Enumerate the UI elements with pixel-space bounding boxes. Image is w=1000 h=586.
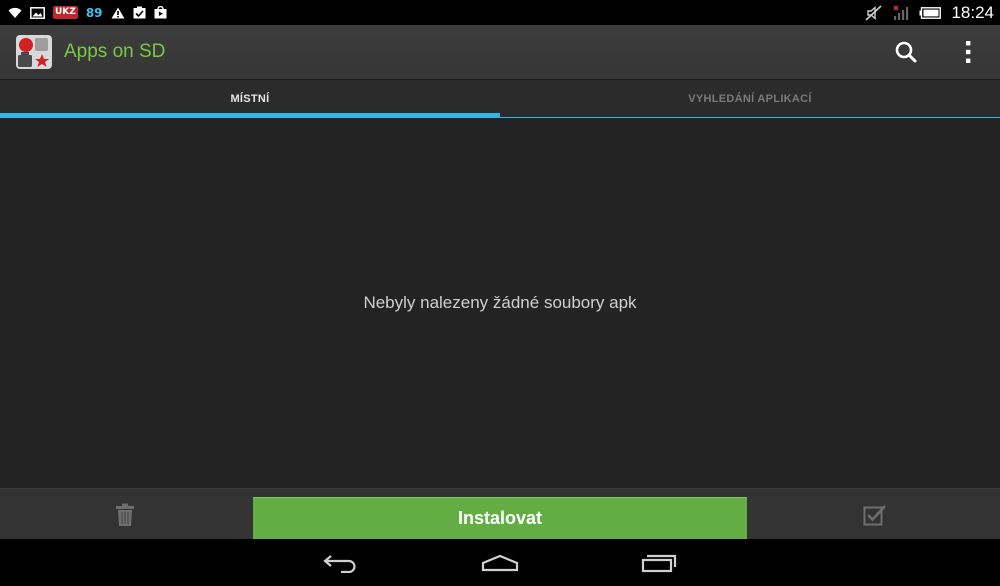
back-button[interactable] xyxy=(306,539,376,586)
status-system: 18:24 xyxy=(865,0,994,25)
back-icon xyxy=(323,554,356,573)
home-button[interactable] xyxy=(465,539,535,586)
app-logo-icon[interactable] xyxy=(15,34,53,70)
trash-icon xyxy=(116,503,134,526)
install-button[interactable]: Instalovat xyxy=(253,497,747,540)
overflow-menu-icon xyxy=(966,41,971,63)
recents-icon xyxy=(641,554,677,572)
status-bar: UKZ 89 18:24 xyxy=(0,0,1000,25)
play-store-icon xyxy=(154,0,167,25)
bottom-toolbar: Instalovat xyxy=(0,488,1000,540)
notification-counter: 89 xyxy=(85,5,103,20)
select-all-button[interactable] xyxy=(845,489,905,540)
search-icon xyxy=(895,41,917,63)
image-icon xyxy=(30,0,45,25)
checkbox-icon xyxy=(863,504,886,525)
wifi-icon xyxy=(8,0,22,25)
empty-state: Nebyly nalezeny žádné soubory apk xyxy=(0,118,1000,488)
search-button[interactable] xyxy=(882,25,930,79)
muted-icon xyxy=(865,0,883,25)
status-notifications: UKZ 89 xyxy=(8,0,167,25)
task-icon xyxy=(133,0,146,25)
navigation-bar xyxy=(0,539,1000,586)
empty-message: Nebyly nalezeny žádné soubory apk xyxy=(363,293,637,312)
status-time: 18:24 xyxy=(951,2,994,22)
delete-button[interactable] xyxy=(95,489,155,540)
home-icon xyxy=(481,554,519,571)
overflow-menu-button[interactable] xyxy=(944,25,992,79)
badge-icon: UKZ xyxy=(53,6,78,19)
action-bar: Apps on SD xyxy=(0,25,1000,80)
app-title: Apps on SD xyxy=(64,41,166,62)
screen: UKZ 89 18:24 Apps on SD MÍSTNÍ VYHLEDÁNÍ… xyxy=(0,0,1000,586)
warning-icon xyxy=(111,0,125,25)
apk-list: Nebyly nalezeny žádné soubory apk xyxy=(0,118,1000,488)
recents-button[interactable] xyxy=(624,539,694,586)
battery-icon xyxy=(919,0,942,25)
tab-app-search[interactable]: VYHLEDÁNÍ APLIKACÍ xyxy=(500,80,1000,118)
tab-bar: MÍSTNÍ VYHLEDÁNÍ APLIKACÍ xyxy=(0,80,1000,118)
no-signal-icon xyxy=(893,0,909,25)
